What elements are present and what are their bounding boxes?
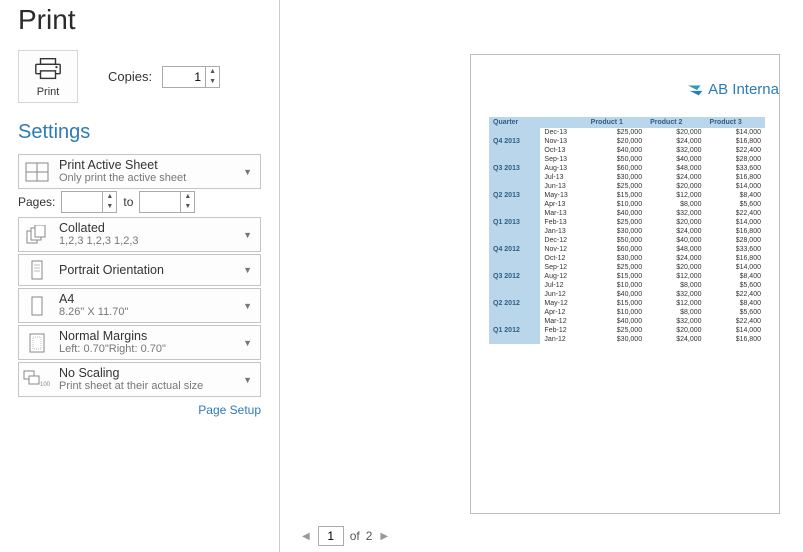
setting-title: Print Active Sheet (59, 158, 233, 172)
table-row: Q4 2013Nov-13$20,000$24,000$16,800 (489, 137, 765, 146)
svg-text:100: 100 (40, 382, 51, 388)
collate-icon (23, 223, 51, 247)
chevron-down-icon[interactable]: ▼ (181, 202, 194, 212)
copies-stepper[interactable]: ▲▼ (162, 66, 220, 88)
table-row: Jun-12$40,000$32,000$22,400 (489, 290, 765, 299)
setting-sub: 1,2,3 1,2,3 1,2,3 (59, 235, 233, 248)
setting-sub: 8.26" X 11.70" (59, 306, 233, 319)
table-row: Mar-13$40,000$32,000$22,400 (489, 209, 765, 218)
table-header: Quarter (489, 117, 540, 128)
print-preview: AB Interna Quarter Product 1Product 2Prod… (470, 54, 780, 514)
table-header: Product 3 (706, 117, 765, 128)
page-icon (23, 294, 51, 318)
page-setup-link[interactable]: Page Setup (18, 403, 261, 417)
chevron-down-icon: ▼ (241, 230, 254, 240)
setting-margins[interactable]: Normal Margins Left: 0.70"Right: 0.70" ▼ (18, 325, 261, 360)
chevron-down-icon: ▼ (241, 338, 254, 348)
pages-to-label: to (123, 195, 133, 209)
pages-from-input[interactable] (62, 192, 102, 212)
company-name: AB Interna (708, 81, 779, 98)
table-row: Dec-12$50,000$40,000$28,000 (489, 236, 765, 245)
table-row: Q1 2013Feb-13$25,000$20,000$14,000 (489, 218, 765, 227)
table-row: Jun-13$25,000$20,000$14,000 (489, 182, 765, 191)
portrait-icon (23, 258, 51, 282)
pages-label: Pages: (18, 195, 55, 209)
setting-paper-size[interactable]: A4 8.26" X 11.70" ▼ (18, 288, 261, 323)
scaling-icon: 100 (23, 368, 51, 392)
page-of-label: of (350, 529, 360, 543)
setting-sub: Left: 0.70"Right: 0.70" (59, 343, 233, 356)
setting-orientation[interactable]: Portrait Orientation ▼ (18, 254, 261, 286)
chevron-down-icon[interactable]: ▼ (206, 77, 219, 87)
table-row: Q3 2012Aug-12$15,000$12,000$8,400 (489, 272, 765, 281)
setting-title: Collated (59, 221, 233, 235)
preview-table: Quarter Product 1Product 2Product 3 Dec-1… (489, 117, 765, 344)
chevron-up-icon[interactable]: ▲ (181, 192, 194, 202)
copies-input[interactable] (163, 67, 205, 87)
table-row: Q3 2013Aug-13$60,000$48,000$33,600 (489, 164, 765, 173)
page-navigator: ◀ of 2 ▶ (300, 526, 390, 546)
setting-print-what[interactable]: Print Active Sheet Only print the active… (18, 154, 261, 189)
print-button-label: Print (23, 86, 73, 98)
setting-title: No Scaling (59, 366, 233, 380)
table-header: Product 2 (646, 117, 705, 128)
table-row: Q1 2012Feb-12$25,000$20,000$14,000 (489, 326, 765, 335)
table-row: Dec-13$25,000$20,000$14,000 (489, 128, 765, 137)
print-button[interactable]: Print (18, 50, 78, 103)
table-row: Jul-12$10,000$8,000$5,600 (489, 281, 765, 290)
next-page-button[interactable]: ▶ (378, 531, 390, 542)
table-row: Sep-13$50,000$40,000$28,000 (489, 155, 765, 164)
copies-label: Copies: (108, 69, 152, 84)
pages-to-input[interactable] (140, 192, 180, 212)
setting-title: Normal Margins (59, 329, 233, 343)
setting-scaling[interactable]: 100 No Scaling Print sheet at their actu… (18, 362, 261, 397)
table-row: Oct-12$30,000$24,000$16,800 (489, 254, 765, 263)
pages-to-stepper[interactable]: ▲▼ (139, 191, 195, 213)
chevron-down-icon: ▼ (241, 301, 254, 311)
grid-icon (23, 160, 51, 184)
table-row: Jul-13$30,000$24,000$16,800 (489, 173, 765, 182)
table-row: Q4 2012Nov-12$60,000$48,000$33,600 (489, 245, 765, 254)
table-header: Product 1 (587, 117, 646, 128)
table-header (540, 117, 586, 128)
company-logo: AB Interna (688, 81, 779, 98)
settings-heading: Settings (18, 121, 261, 144)
setting-title: Portrait Orientation (59, 263, 233, 277)
chevron-down-icon: ▼ (241, 265, 254, 275)
page-title: Print (18, 4, 261, 36)
table-row: Mar-12$40,000$32,000$22,400 (489, 317, 765, 326)
chevron-up-icon[interactable]: ▲ (206, 67, 219, 77)
table-row: Jan-12$30,000$24,000$16,800 (489, 335, 765, 344)
chevron-down-icon: ▼ (241, 375, 254, 385)
chevron-up-icon[interactable]: ▲ (103, 192, 116, 202)
setting-title: A4 (59, 292, 233, 306)
margins-icon (23, 331, 51, 355)
table-row: Jan-13$30,000$24,000$16,800 (489, 227, 765, 236)
table-row: Sep-12$25,000$20,000$14,000 (489, 263, 765, 272)
table-row: Oct-13$40,000$32,000$22,400 (489, 146, 765, 155)
chevron-down-icon[interactable]: ▼ (103, 202, 116, 212)
printer-icon (33, 69, 63, 84)
setting-sub: Only print the active sheet (59, 172, 233, 185)
setting-sub: Print sheet at their actual size (59, 380, 233, 393)
table-row: Apr-13$10,000$8,000$5,600 (489, 200, 765, 209)
total-pages: 2 (366, 529, 373, 543)
table-row: Apr-12$10,000$8,000$5,600 (489, 308, 765, 317)
table-row: Q2 2012May-12$15,000$12,000$8,400 (489, 299, 765, 308)
pages-from-stepper[interactable]: ▲▼ (61, 191, 117, 213)
setting-collate[interactable]: Collated 1,2,3 1,2,3 1,2,3 ▼ (18, 217, 261, 252)
current-page-input[interactable] (318, 526, 344, 546)
chevron-down-icon: ▼ (241, 167, 254, 177)
table-row: Q2 2013May-13$15,000$12,000$8,400 (489, 191, 765, 200)
prev-page-button[interactable]: ◀ (300, 531, 312, 542)
